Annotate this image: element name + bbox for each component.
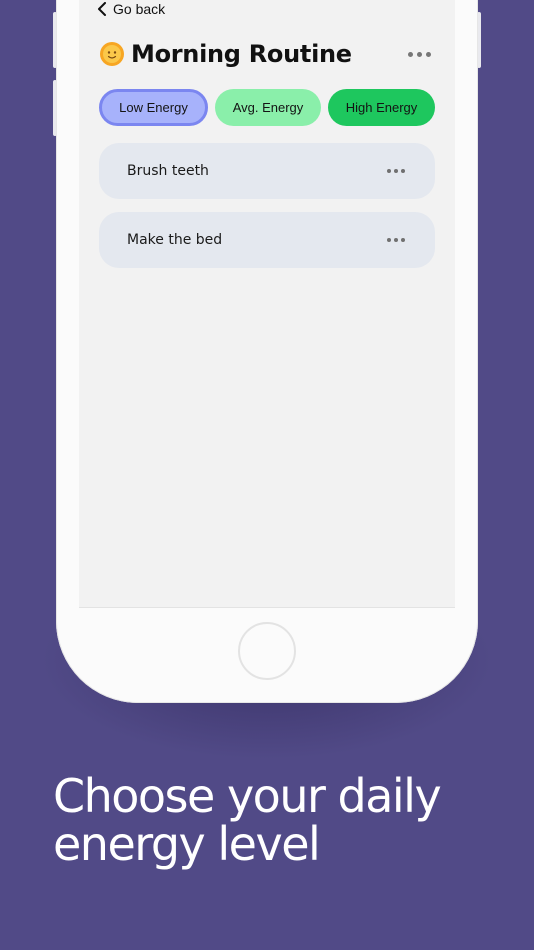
sun-face-icon <box>100 42 124 66</box>
more-dot-icon <box>426 51 431 57</box>
title-row: Morning Routine <box>99 36 435 72</box>
more-dot-icon <box>387 169 391 173</box>
task-label: Brush teeth <box>127 163 209 179</box>
promo-headline: Choose your daily energy level <box>53 772 513 868</box>
more-dot-icon <box>408 51 413 57</box>
more-dot-icon <box>417 51 422 57</box>
avg-energy-label: Avg. Energy <box>232 100 304 115</box>
more-dot-icon <box>401 238 405 242</box>
more-options-button[interactable] <box>406 46 433 63</box>
go-back-label: Go back <box>113 1 166 17</box>
low-energy-chip[interactable]: Low Energy <box>99 89 208 126</box>
avg-energy-chip[interactable]: Avg. Energy <box>215 89 321 126</box>
home-button <box>238 622 296 680</box>
go-back-button[interactable]: Go back <box>97 0 165 18</box>
more-dot-icon <box>394 169 398 173</box>
more-dot-icon <box>401 169 405 173</box>
task-label: Make the bed <box>127 232 223 248</box>
more-dot-icon <box>394 238 398 242</box>
more-dot-icon <box>387 238 391 242</box>
headline-line-1: Choose your daily <box>53 769 442 823</box>
task-item-make-the-bed[interactable]: Make the bed <box>99 212 435 268</box>
low-energy-label: Low Energy <box>119 100 188 115</box>
chevron-left-icon <box>98 2 106 16</box>
energy-level-selector: Low Energy Avg. Energy High Energy <box>99 89 435 126</box>
task-options-button[interactable] <box>385 232 407 248</box>
task-options-button[interactable] <box>385 163 407 179</box>
high-energy-chip[interactable]: High Energy <box>328 89 435 126</box>
page-title: Morning Routine <box>131 40 352 68</box>
headline-line-2: energy level <box>53 817 321 871</box>
task-item-brush-teeth[interactable]: Brush teeth <box>99 143 435 199</box>
high-energy-label: High Energy <box>345 100 418 115</box>
app-screen: Go back Morning Routine Low Energy Avg. … <box>79 0 455 608</box>
